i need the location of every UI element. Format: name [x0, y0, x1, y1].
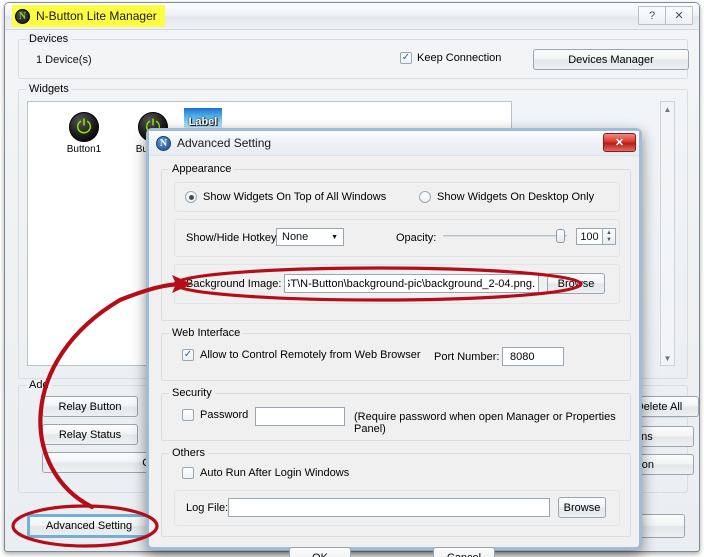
- devices-manager-button[interactable]: Devices Manager: [533, 49, 689, 70]
- background-image-value: .Desktop\TEST\N-Button\background-pic\ba…: [288, 277, 535, 290]
- appearance-radio-panel: Show Widgets On Top of All Windows Show …: [174, 182, 620, 212]
- add-group-label: Add: [26, 379, 52, 391]
- appearance-group-label: Appearance: [169, 163, 235, 175]
- allow-remote-label: Allow to Control Remotely from Web Brows…: [200, 349, 421, 361]
- log-file-label: Log File:: [186, 502, 229, 514]
- chevron-down-icon: ▼: [331, 233, 338, 241]
- main-titlebar: N N-Button Lite Manager ? ✕: [5, 3, 699, 30]
- auto-run-label: Auto Run After Login Windows: [200, 467, 350, 479]
- radio-top-label: Show Widgets On Top of All Windows: [203, 191, 387, 203]
- radio-show-on-top[interactable]: [185, 191, 197, 203]
- advanced-setting-dialog: N Advanced Setting ✕ Appearance Show Wid…: [146, 128, 642, 557]
- dialog-titlebar: N Advanced Setting ✕: [149, 131, 639, 156]
- keep-connection-checkbox[interactable]: ✓: [400, 52, 412, 64]
- widget-label: Label: [188, 116, 218, 128]
- auto-run-checkbox[interactable]: [182, 467, 194, 479]
- widget-label: Button1: [66, 144, 102, 155]
- radio-top-row[interactable]: Show Widgets On Top of All Windows: [185, 191, 386, 203]
- hotkey-value: None: [282, 231, 309, 243]
- relay-button-button[interactable]: Relay Button: [42, 396, 138, 417]
- window-controls: ? ✕: [638, 6, 693, 25]
- devices-group-label: Devices: [26, 33, 72, 45]
- port-number-label: Port Number:: [434, 351, 500, 363]
- port-number-field[interactable]: 8080: [502, 347, 564, 366]
- widget-button1[interactable]: ⏻ Button1: [56, 112, 112, 155]
- opacity-slider[interactable]: [443, 229, 567, 243]
- log-browse-button[interactable]: Browse: [558, 497, 606, 518]
- allow-remote-row[interactable]: ✓ Allow to Control Remotely from Web Bro…: [182, 349, 420, 361]
- password-field[interactable]: [255, 407, 345, 426]
- password-row[interactable]: Password: [182, 409, 248, 421]
- hotkey-label: Show/Hide Hotkey:: [186, 232, 280, 244]
- dialog-body: Appearance Show Widgets On Top of All Wi…: [149, 156, 639, 557]
- title-highlight: N N-Button Lite Manager: [12, 5, 165, 27]
- n-logo-icon: N: [15, 8, 30, 24]
- log-file-panel: Log File: Browse: [174, 490, 620, 526]
- auto-run-row[interactable]: Auto Run After Login Windows: [182, 467, 349, 479]
- device-count: 1 Device(s): [36, 54, 92, 66]
- dialog-cancel-button[interactable]: Cancel: [433, 547, 495, 557]
- web-interface-group-label: Web Interface: [169, 327, 244, 339]
- password-hint: (Require password when open Manager or P…: [354, 411, 616, 435]
- opacity-spinner[interactable]: 100 ▲ ▼: [576, 228, 616, 245]
- dialog-close-button[interactable]: ✕: [603, 133, 636, 152]
- widgets-scrollbar[interactable]: ▲ ▼: [660, 101, 675, 366]
- help-button[interactable]: ?: [638, 6, 666, 25]
- close-button[interactable]: ✕: [665, 6, 693, 25]
- others-group: Others Auto Run After Login Windows Log …: [161, 447, 631, 537]
- radio-desktop-row[interactable]: Show Widgets On Desktop Only: [419, 191, 594, 203]
- scroll-down-icon[interactable]: ▼: [661, 351, 674, 365]
- background-browse-button[interactable]: Browse: [547, 273, 605, 294]
- log-file-field[interactable]: [228, 498, 550, 517]
- spinner-down-icon[interactable]: ▼: [603, 237, 615, 245]
- slider-track: [443, 235, 567, 237]
- allow-remote-checkbox[interactable]: ✓: [182, 349, 194, 361]
- opacity-label: Opacity:: [396, 232, 437, 244]
- security-group-label: Security: [169, 387, 215, 399]
- keep-connection-label: Keep Connection: [417, 52, 502, 64]
- background-image-label: Background Image:: [186, 278, 282, 290]
- keep-connection-row[interactable]: ✓ Keep Connection: [400, 52, 501, 64]
- password-label: Password: [200, 409, 249, 421]
- web-interface-group: Web Interface ✓ Allow to Control Remotel…: [161, 327, 631, 381]
- advanced-setting-button[interactable]: Advanced Setting: [27, 514, 151, 538]
- opacity-value[interactable]: 100: [576, 228, 602, 245]
- relay-status-button[interactable]: Relay Status: [42, 424, 138, 445]
- radio-desktop-label: Show Widgets On Desktop Only: [437, 191, 595, 203]
- others-group-label: Others: [169, 447, 209, 459]
- window-title: N-Button Lite Manager: [36, 9, 157, 23]
- background-image-panel: Background Image: .Desktop\TEST\N-Button…: [174, 264, 620, 304]
- appearance-group: Appearance Show Widgets On Top of All Wi…: [161, 163, 631, 321]
- n-logo-icon: N: [156, 135, 171, 151]
- devices-group: Devices 1 Device(s) ✓ Keep Connection De…: [18, 33, 689, 79]
- spinner-up-icon[interactable]: ▲: [603, 229, 615, 237]
- scroll-up-icon[interactable]: ▲: [661, 102, 674, 116]
- widgets-group-label: Widgets: [26, 83, 72, 95]
- power-icon: ⏻: [69, 112, 99, 142]
- hotkey-opacity-panel: Show/Hide Hotkey: None ▼ Opacity: 100 ▲: [174, 219, 620, 257]
- hotkey-select[interactable]: None ▼: [276, 228, 344, 246]
- security-group: Security Password (Require password when…: [161, 387, 631, 441]
- dialog-title: Advanced Setting: [177, 136, 272, 150]
- ok-button[interactable]: OK: [289, 547, 351, 557]
- slider-thumb[interactable]: [556, 229, 565, 243]
- password-checkbox[interactable]: [182, 409, 194, 421]
- spinner-arrows[interactable]: ▲ ▼: [602, 228, 616, 245]
- radio-show-desktop-only[interactable]: [419, 191, 431, 203]
- background-image-field[interactable]: .Desktop\TEST\N-Button\background-pic\ba…: [284, 274, 539, 293]
